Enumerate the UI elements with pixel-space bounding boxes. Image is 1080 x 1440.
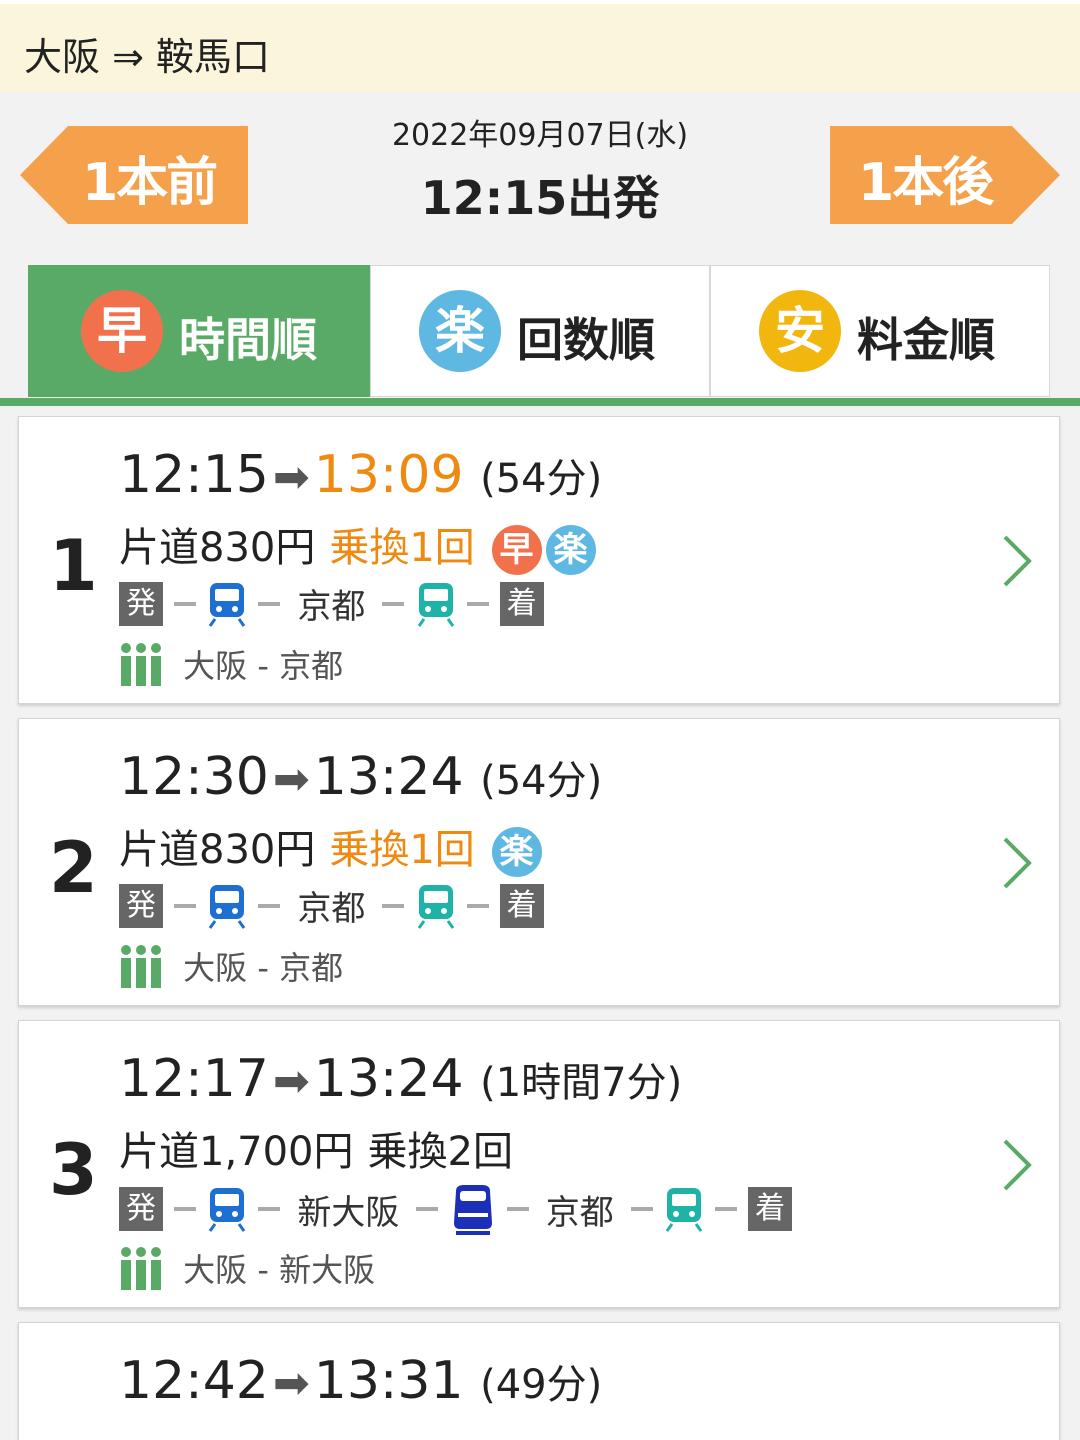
tab-sort-transfers-label: 回数順 <box>517 313 655 367</box>
departure-marker: 発 <box>119 883 163 928</box>
easiest-badge-icon: 楽 <box>545 525 596 575</box>
transfer-station: 京都 <box>297 587 366 627</box>
train-icon <box>208 1188 246 1232</box>
route-title: 大阪 ⇒ 鞍馬口 <box>24 35 270 79</box>
chevron-right-icon <box>1003 1139 1032 1191</box>
departure-time: 12:17 <box>119 1049 269 1109</box>
route-result-card[interactable]: 12:42➡13:31 (49分) <box>18 1322 1060 1440</box>
route-result-card[interactable]: 2 12:30➡13:24 (54分) 片道830円乗換1回 楽 発 京都 着 <box>18 718 1060 1006</box>
car-section: 大阪 - 新大阪 <box>183 1251 376 1289</box>
transfer-count: 乗換1回 <box>329 525 475 571</box>
transfer-station: 新大阪 <box>297 1192 400 1233</box>
result-times: 12:42➡13:31 (49分) <box>119 1351 602 1411</box>
duration: (49分) <box>480 1362 603 1408</box>
arrow-right-icon: ➡ <box>272 1358 310 1409</box>
tab-sort-fare[interactable]: 安 料金順 <box>710 265 1050 397</box>
route-header: 大阪 ⇒ 鞍馬口 <box>0 0 1080 92</box>
arrival-marker: 着 <box>748 1187 793 1231</box>
arrow-right-icon: ➡ <box>272 452 310 503</box>
chevron-right-icon <box>1003 837 1032 889</box>
tab-sort-transfers[interactable]: 楽 回数順 <box>370 265 710 397</box>
duration: (1時間7分) <box>480 1060 683 1106</box>
fare: 片道1,700円 <box>119 1129 354 1175</box>
duration: (54分) <box>480 456 603 502</box>
fastest-badge-icon: 早 <box>491 525 542 575</box>
departure-time: 12:42 <box>119 1351 269 1411</box>
arrow-right-icon: ➡ <box>272 754 310 805</box>
arrival-time: 13:24 <box>313 1049 464 1109</box>
fare: 片道830円 <box>119 525 316 571</box>
car-position-info: 大阪 - 京都 <box>119 943 343 989</box>
haya-badge-icon: 早 <box>81 290 163 372</box>
people-icon <box>121 945 161 988</box>
result-times: 12:17➡13:24 (1時間7分) <box>119 1049 682 1109</box>
result-number: 2 <box>49 827 98 909</box>
route-path: 発 京都 着 <box>119 579 544 629</box>
arrival-marker: 着 <box>499 581 544 626</box>
departure-time: 12:15 <box>119 445 269 505</box>
result-fare-line: 片道830円 乗換1回 早楽 <box>119 515 596 575</box>
people-icon <box>121 1247 161 1290</box>
search-datetime: 2022年09月07日(水) 12:15出発 <box>300 110 780 228</box>
previous-train-label: 1本前 <box>82 153 218 213</box>
transfer-count: 乗換1回 <box>329 827 475 873</box>
car-position-info: 大阪 - 新大阪 <box>119 1245 375 1291</box>
arrow-right-icon: ➡ <box>272 1056 310 1107</box>
result-number: 3 <box>49 1129 98 1211</box>
route-result-card[interactable]: 1 12:15➡13:09 (54分) 片道830円 乗換1回 早楽 発 京都 着 <box>18 416 1060 704</box>
sort-tabs: 早 時間順 楽 回数順 安 料金順 <box>28 265 1050 399</box>
easiest-badge-icon: 楽 <box>491 827 542 877</box>
arrival-time: 13:24 <box>313 747 464 807</box>
train-icon <box>665 1188 703 1232</box>
car-section: 大阪 - 京都 <box>183 647 344 685</box>
duration: (54分) <box>480 758 603 804</box>
shinkansen-icon <box>453 1185 492 1235</box>
result-number: 1 <box>49 525 98 607</box>
transfer-station: 京都 <box>297 889 366 929</box>
departure-marker: 発 <box>119 581 163 626</box>
search-departure-time: 12:15出発 <box>420 171 660 225</box>
yasu-badge-icon: 安 <box>759 290 841 372</box>
tab-sort-fare-label: 料金順 <box>857 313 995 367</box>
route-path: 発 京都 着 <box>119 881 544 931</box>
tabs-underline <box>0 398 1080 406</box>
chevron-right-icon <box>1003 535 1032 587</box>
train-icon <box>417 884 454 929</box>
arrival-time: 13:09 <box>313 445 464 505</box>
tab-sort-time-label: 時間順 <box>179 313 317 367</box>
raku-badge-icon: 楽 <box>419 290 501 372</box>
departure-time: 12:30 <box>119 747 269 807</box>
route-path: 発 新大阪 京都 着 <box>119 1183 793 1235</box>
search-date: 2022年09月07日(水) <box>391 118 689 153</box>
departure-marker: 発 <box>119 1187 163 1231</box>
train-icon <box>208 884 246 929</box>
car-position-info: 大阪 - 京都 <box>119 641 343 687</box>
result-fare-line: 片道830円 乗換1回 楽 <box>119 817 542 877</box>
route-result-card[interactable]: 3 12:17➡13:24 (1時間7分) 片道1,700円 乗換2回 発 新大阪… <box>18 1020 1060 1308</box>
fare: 片道830円 <box>119 827 316 873</box>
arrival-time: 13:31 <box>313 1351 464 1411</box>
result-times: 12:30➡13:24 (54分) <box>119 747 602 807</box>
transfer-station: 京都 <box>545 1192 614 1233</box>
arrival-marker: 着 <box>499 883 544 928</box>
result-fare-line: 片道1,700円 乗換2回 <box>119 1119 513 1177</box>
tab-sort-time[interactable]: 早 時間順 <box>28 265 370 397</box>
train-icon <box>208 582 246 627</box>
previous-train-button[interactable]: 1本前 <box>20 126 250 224</box>
train-icon <box>417 582 454 627</box>
next-train-button[interactable]: 1本後 <box>830 126 1060 224</box>
car-section: 大阪 - 京都 <box>183 949 344 987</box>
people-icon <box>121 643 161 686</box>
result-times: 12:15➡13:09 (54分) <box>119 445 602 505</box>
transfer-count: 乗換2回 <box>367 1129 513 1175</box>
next-train-label: 1本後 <box>858 153 994 213</box>
